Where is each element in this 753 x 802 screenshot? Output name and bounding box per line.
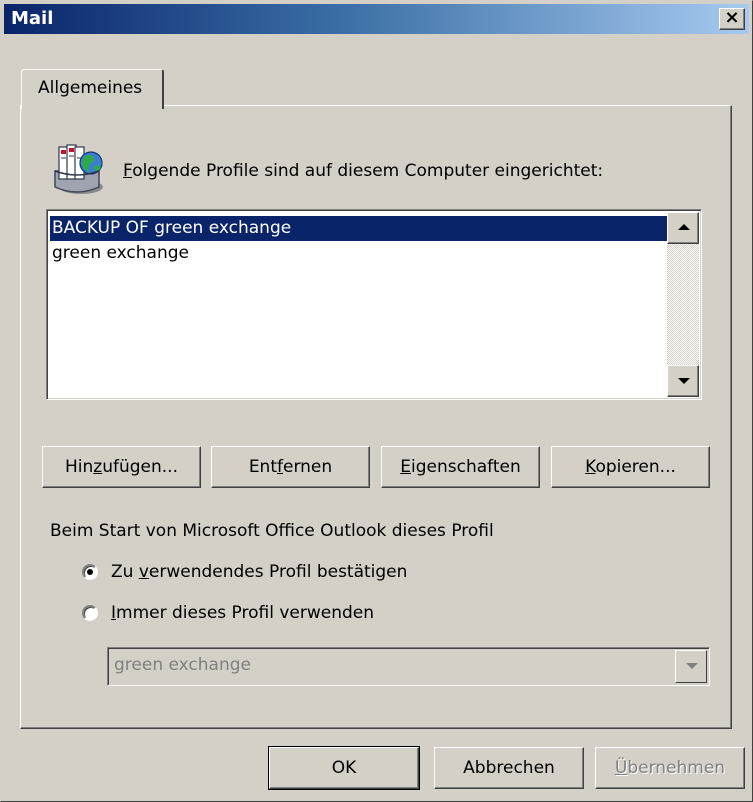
radio-always-profile-label[interactable]: Immer dieses Profil verwenden [111, 603, 374, 623]
radio-prompt-profile-label[interactable]: Zu verwendendes Profil bestätigen [111, 562, 407, 582]
listbox-scrollbar[interactable] [667, 212, 699, 397]
radio-always-profile[interactable] [82, 605, 98, 621]
scroll-down-button[interactable] [667, 365, 699, 397]
always-label-post: mmer dieses Profil verwenden [116, 603, 375, 623]
profiles-label: Folgende Profile sind auf diesem Compute… [123, 161, 603, 181]
apply-label-mnemonic: Ü [614, 758, 628, 778]
add-profile-button[interactable]: Hinzufügen... [42, 446, 201, 488]
close-icon: × [724, 7, 740, 28]
copy-label-mnemonic: K [585, 457, 596, 477]
profiles-label-text: olgende Profile sind auf diesem Computer… [132, 161, 604, 181]
chevron-down-icon [686, 663, 698, 669]
profile-list-item[interactable]: BACKUP OF green exchange [50, 216, 670, 241]
properties-label-mnemonic: E [400, 457, 411, 477]
properties-label-post: igenschaften [411, 457, 521, 477]
add-label-mnemonic: z [93, 457, 103, 477]
copy-profile-button[interactable]: Kopieren... [551, 446, 710, 488]
apply-label-post: bernehmen [627, 758, 726, 778]
profile-properties-button[interactable]: Eigenschaften [381, 446, 540, 488]
prompt-label-mnemonic: v [138, 562, 149, 582]
profile-select-dropdown-button[interactable] [675, 650, 707, 683]
arrow-up-icon [678, 224, 690, 230]
prompt-label-pre: Zu [111, 562, 139, 582]
profile-select-value: green exchange [114, 655, 251, 675]
copy-label-post: opieren... [595, 457, 676, 477]
title-bar[interactable]: Mail × [4, 4, 749, 34]
mail-dialog: Mail × Allgemeines Folgende Profile sind… [0, 0, 753, 802]
add-label-post: ufügen... [102, 457, 178, 477]
remove-label-post: ernen [283, 457, 333, 477]
ok-button[interactable]: OK [268, 746, 420, 790]
remove-label-pre: Ent [248, 457, 277, 477]
tab-label: Allgemeines [38, 78, 143, 98]
startup-label: Beim Start von Microsoft Office Outlook … [50, 521, 494, 541]
tab-allgemeines[interactable]: Allgemeines [21, 69, 164, 109]
profile-list-item[interactable]: green exchange [50, 241, 670, 266]
tab-panel [20, 105, 732, 729]
add-label-pre: Hin [65, 457, 94, 477]
scroll-up-button[interactable] [667, 212, 699, 244]
profile-select[interactable]: green exchange [107, 647, 710, 686]
mail-profile-globe-icon [54, 144, 103, 194]
radio-prompt-profile[interactable] [82, 564, 98, 580]
close-button[interactable]: × [719, 8, 745, 30]
prompt-label-post: erwendendes Profil bestätigen [148, 562, 408, 582]
arrow-down-icon [678, 378, 690, 384]
window-title: Mail [11, 8, 54, 29]
apply-button[interactable]: Übernehmen [595, 747, 745, 789]
radio-dot [87, 569, 93, 575]
cancel-button[interactable]: Abbrechen [434, 747, 584, 789]
profiles-label-mnemonic: F [123, 161, 133, 181]
profile-listbox[interactable]: BACKUP OF green exchange green exchange [46, 209, 702, 400]
remove-profile-button[interactable]: Entfernen [211, 446, 370, 488]
